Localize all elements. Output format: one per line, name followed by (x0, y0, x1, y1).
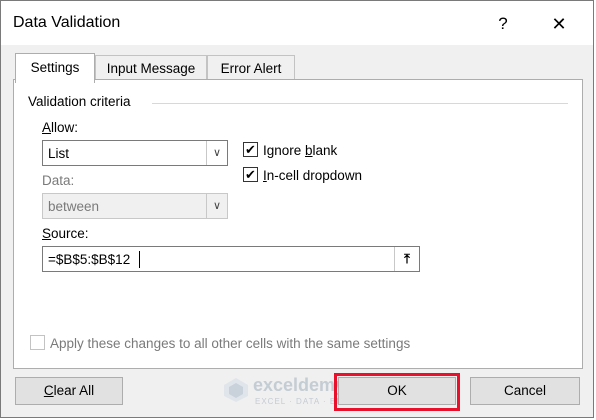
ignore-blank-checkbox[interactable]: ✔ (243, 142, 258, 157)
cancel-button[interactable]: Cancel (470, 377, 580, 405)
validation-criteria-label: Validation criteria (28, 94, 131, 109)
chevron-down-icon[interactable]: ∨ (206, 141, 227, 165)
help-button[interactable]: ? (485, 9, 521, 39)
ignore-blank-label: Ignore blank (263, 143, 338, 158)
title-bar: Data Validation ? ✕ (1, 1, 593, 45)
data-validation-dialog: Data Validation ? ✕ Settings Input Messa… (0, 0, 594, 418)
apply-all-label: Apply these changes to all other cells w… (50, 336, 411, 351)
watermark-tagline: EXCEL · DATA · BI (255, 397, 340, 406)
data-dropdown[interactable]: between ∨ (42, 193, 228, 219)
allow-label: Allow: (42, 120, 79, 135)
source-value: =$B$5:$B$12 (48, 252, 131, 267)
settings-panel: Validation criteria Allow: List ∨ Data: … (13, 79, 583, 369)
source-input[interactable]: =$B$5:$B$12 ⤒ (42, 246, 420, 272)
incell-dropdown-checkbox[interactable]: ✔ (243, 167, 258, 182)
ok-highlight-box (334, 373, 460, 411)
tab-settings[interactable]: Settings (15, 53, 95, 83)
text-caret (139, 251, 140, 268)
tab-error-alert[interactable]: Error Alert (207, 55, 295, 80)
source-label: Source: (42, 226, 89, 241)
watermark-name: exceldemy (253, 375, 346, 395)
group-divider (152, 103, 568, 104)
allow-dropdown[interactable]: List ∨ (42, 140, 228, 166)
allow-value: List (48, 146, 70, 161)
apply-all-checkbox[interactable] (30, 335, 45, 350)
dialog-title: Data Validation (13, 14, 121, 31)
chevron-down-icon[interactable]: ∨ (206, 194, 227, 218)
exceldemy-logo-icon (224, 378, 248, 402)
clear-all-button[interactable]: Clear All (15, 377, 123, 405)
close-button[interactable]: ✕ (541, 9, 577, 39)
data-value: between (48, 199, 100, 214)
collapse-range-icon[interactable]: ⤒ (394, 247, 419, 271)
data-label: Data: (42, 173, 75, 188)
tab-input-message[interactable]: Input Message (95, 55, 207, 80)
incell-dropdown-label: In-cell dropdown (263, 168, 363, 183)
